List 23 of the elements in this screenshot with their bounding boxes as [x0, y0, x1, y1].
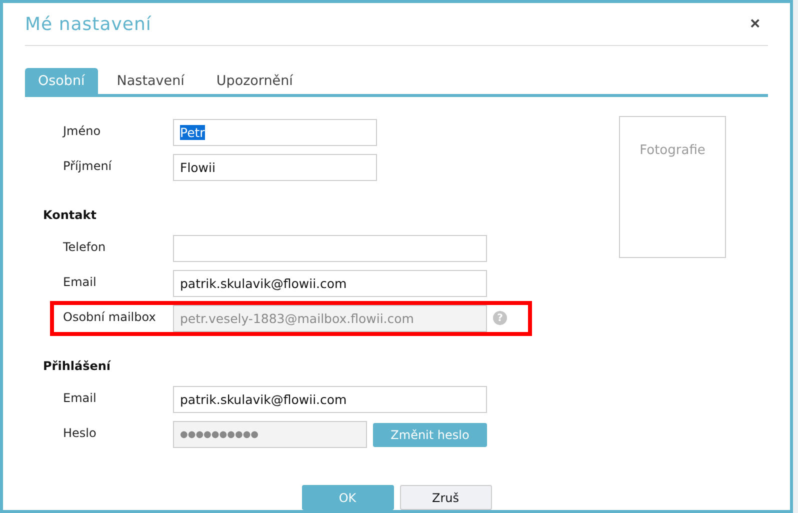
field-label: Jméno	[63, 123, 102, 138]
cancel-button[interactable]: Zruš	[400, 485, 492, 510]
photo-label: Fotografie	[640, 143, 706, 160]
tab[interactable]: Nastavení	[104, 68, 198, 94]
dialog-title: Mé nastavení	[25, 14, 152, 34]
input-field[interactable]: Flowii	[173, 154, 377, 181]
field-label: Příjmení	[63, 158, 113, 173]
input-field[interactable]: Petr	[173, 119, 377, 146]
field-label: Heslo	[63, 425, 98, 440]
field-label: Email	[63, 390, 98, 405]
password-field[interactable]: ●●●●●●●●●●	[173, 421, 367, 448]
close-button[interactable]: ×	[742, 14, 768, 34]
input-field[interactable]	[173, 235, 487, 262]
input-field[interactable]: patrik.skulavik@flowii.com	[173, 270, 487, 297]
section-heading: Kontakt	[43, 208, 98, 222]
field-label: Osobní mailbox	[63, 309, 157, 324]
field-label: Telefon	[63, 239, 107, 254]
input-field[interactable]: patrik.skulavik@flowii.com	[173, 386, 487, 413]
photo-placeholder[interactable]: Fotografie	[619, 116, 726, 258]
field-label: Email	[63, 274, 98, 289]
tab[interactable]: Upozornění	[203, 68, 306, 94]
section-heading: Přihlášení	[43, 359, 112, 373]
input-field[interactable]: petr.vesely-1883@mailbox.flowii.com	[173, 305, 487, 332]
